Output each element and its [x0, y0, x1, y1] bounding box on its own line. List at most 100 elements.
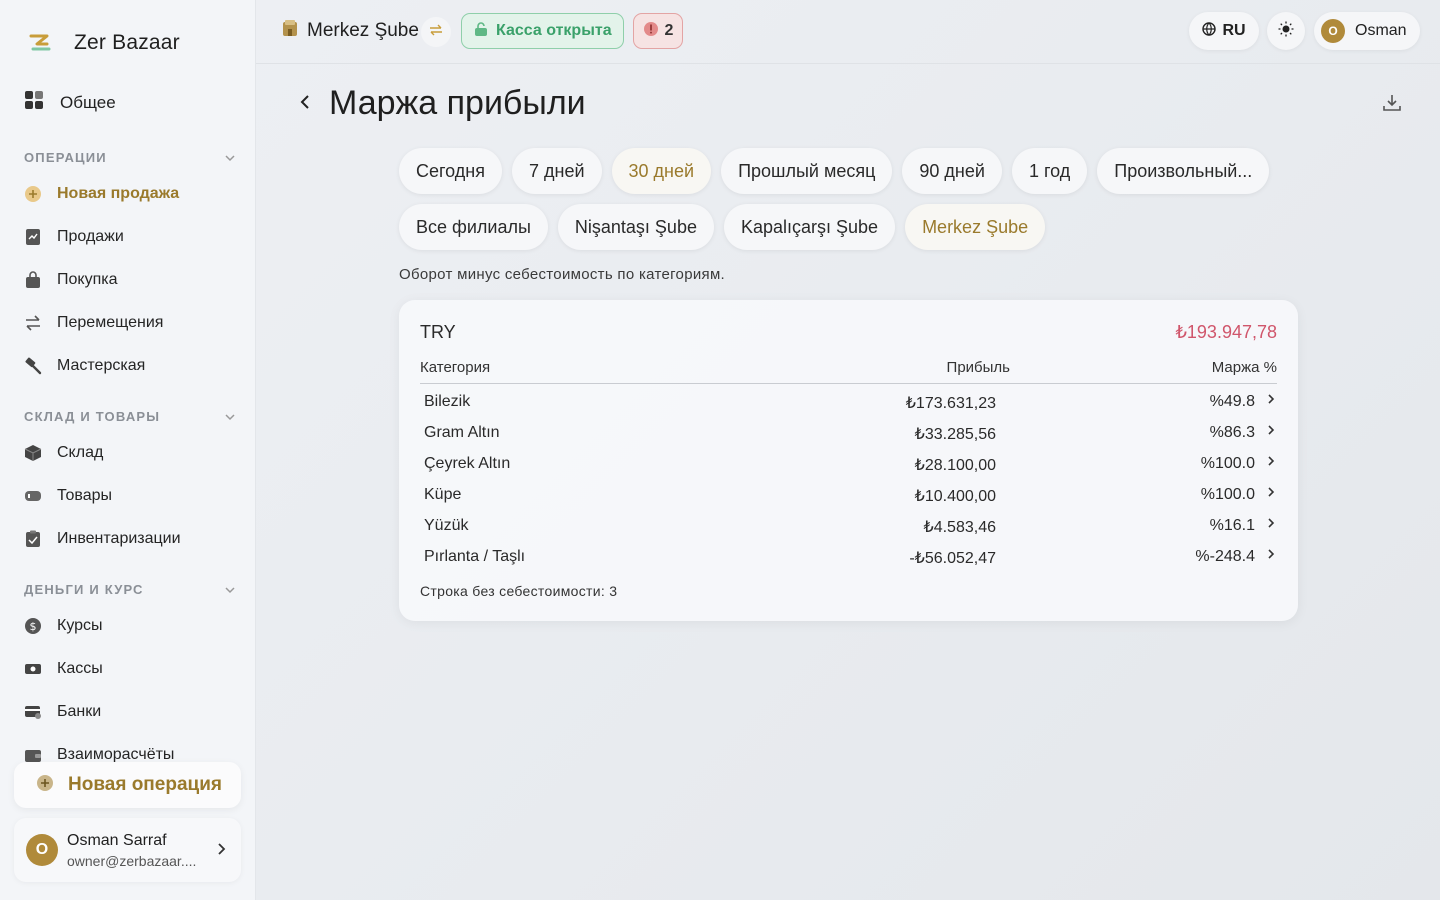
row-profit: ₺33.285,56: [914, 426, 996, 443]
currency-label: TRY: [420, 322, 456, 342]
app-name: Zer Bazaar: [74, 31, 180, 54]
column-header-category: Категория: [420, 359, 491, 376]
page-description: Оборот минус себестоимость по категориям…: [399, 266, 726, 283]
row-margin: %49.8: [1209, 393, 1255, 410]
margin-card: TRY ₺193.947,78 Категория Прибыль Маржа …: [399, 300, 1298, 621]
section-operations[interactable]: ОПЕРАЦИИ: [24, 150, 236, 165]
branch-chip-merkez[interactable]: Merkez Şube: [905, 204, 1046, 250]
chevron-down-icon: [224, 150, 236, 165]
row-category: Çeyrek Altın: [424, 455, 511, 472]
section-warehouse[interactable]: СКЛАД И ТОВАРЫ: [24, 409, 236, 424]
cash-register-status-badge[interactable]: Касса открыта: [461, 13, 624, 49]
hammer-icon: [24, 357, 42, 375]
swap-arrows-icon: [429, 23, 443, 41]
row-profit: ₺28.100,00: [914, 457, 996, 474]
section-title: ОПЕРАЦИИ: [24, 150, 107, 165]
branch-selector[interactable]: Merkez Şube: [282, 19, 419, 42]
transfer-arrows-icon: [24, 314, 42, 332]
table-row[interactable]: Çeyrek Altın ₺28.100,00 %100.0: [420, 455, 1277, 486]
user-name: Osman Sarraf: [67, 831, 167, 849]
branch-filter: Все филиалы Nişantaşı Şube Kapalıçarşı Ş…: [399, 204, 1046, 250]
branch-chip-nisantasi[interactable]: Nişantaşı Şube: [557, 204, 714, 250]
clipboard-check-icon: [24, 530, 42, 548]
brand[interactable]: Zer Bazaar: [28, 30, 180, 56]
sidebar-item-products[interactable]: Товары: [24, 487, 112, 505]
period-chip-custom[interactable]: Произвольный...: [1097, 148, 1270, 194]
total-profit: ₺193.947,78: [1175, 322, 1277, 342]
table-row[interactable]: Gram Altın ₺33.285,56 %86.3: [420, 424, 1277, 455]
sidebar-item-inventories[interactable]: Инвентаризации: [24, 530, 181, 548]
cash-icon: [24, 660, 42, 678]
branch-chip-all[interactable]: Все филиалы: [399, 204, 548, 250]
sidebar-item-label: Продажи: [57, 228, 124, 245]
sidebar-item-purchase[interactable]: Покупка: [24, 271, 118, 289]
branch-name: Merkez Şube: [307, 19, 419, 41]
row-profit: ₺173.631,23: [905, 395, 996, 412]
row-category: Küpe: [424, 486, 462, 503]
section-money-rates[interactable]: ДЕНЬГИ И КУРС: [24, 582, 236, 597]
store-icon: [282, 19, 298, 42]
svg-text:$: $: [30, 620, 37, 633]
period-chip-30-days[interactable]: 30 дней: [611, 148, 712, 194]
sidebar-item-warehouse[interactable]: Склад: [24, 444, 103, 462]
switch-branch-button[interactable]: [421, 17, 451, 47]
sidebar-item-label: Курсы: [57, 617, 103, 634]
period-chip-90-days[interactable]: 90 дней: [902, 148, 1002, 194]
chevron-right-icon: [1267, 454, 1275, 472]
period-chip-7-days[interactable]: 7 дней: [512, 148, 602, 194]
sidebar-item-workshop[interactable]: Мастерская: [24, 357, 145, 375]
sidebar-item-rates[interactable]: $ Курсы: [24, 617, 103, 635]
branch-chip-kapalicarsi[interactable]: Kapalıçarşı Şube: [723, 204, 896, 250]
row-category: Pırlanta / Taşlı: [424, 548, 526, 565]
avatar: O: [1321, 19, 1345, 43]
zer-bazaar-logo-icon: [28, 30, 52, 56]
language-switcher[interactable]: RU: [1189, 12, 1259, 50]
column-header-profit: Прибыль: [946, 359, 1010, 376]
row-margin: %100.0: [1200, 455, 1255, 472]
row-category: Bilezik: [424, 393, 471, 410]
period-chip-1-year[interactable]: 1 год: [1011, 148, 1088, 194]
chevron-right-icon: [1267, 485, 1275, 503]
sidebar-item-label: Банки: [57, 703, 102, 720]
sidebar-item-label: Новая продажа: [57, 185, 180, 202]
cash-status-label: Касса открыта: [496, 22, 612, 39]
period-chip-today[interactable]: Сегодня: [399, 148, 502, 194]
sidebar-item-new-sale[interactable]: Новая продажа: [24, 185, 179, 203]
sidebar-item-banks[interactable]: Банки: [24, 703, 101, 721]
alerts-badge[interactable]: 2: [633, 13, 683, 49]
new-operation-button[interactable]: Новая операция: [14, 762, 241, 808]
column-header-margin: Маржа %: [1211, 359, 1277, 376]
download-button[interactable]: [1378, 91, 1406, 119]
sidebar-item-label: Товары: [57, 487, 113, 504]
row-profit: -₺56.052,47: [909, 550, 996, 567]
sidebar-item-cash-registers[interactable]: Кассы: [24, 660, 103, 678]
row-profit: ₺10.400,00: [914, 488, 996, 505]
user-profile-card[interactable]: O Osman Sarraf owner@zerbazaar....: [14, 818, 241, 882]
row-margin: %16.1: [1209, 517, 1255, 534]
user-menu-button[interactable]: O Osman: [1314, 12, 1420, 50]
chevron-down-icon: [224, 582, 236, 597]
chevron-down-icon: [224, 409, 236, 424]
table-row[interactable]: Bilezik ₺173.631,23 %49.8: [420, 393, 1277, 424]
period-filter: Сегодня 7 дней 30 дней Прошлый месяц 90 …: [399, 148, 1270, 194]
lock-open-icon: [473, 21, 489, 42]
sidebar-item-label: Перемещения: [57, 314, 164, 331]
theme-toggle-button[interactable]: [1267, 12, 1305, 50]
table-row[interactable]: Küpe ₺10.400,00 %100.0: [420, 486, 1277, 517]
sidebar-item-sales[interactable]: Продажи: [24, 228, 124, 246]
table-row[interactable]: Pırlanta / Taşlı -₺56.052,47 %-248.4: [420, 548, 1277, 579]
dashboard-grid-icon: [24, 90, 44, 115]
sidebar-item-transfers[interactable]: Перемещения: [24, 314, 163, 332]
missing-cost-note: Строка без себестоимости: 3: [420, 583, 618, 599]
period-chip-last-month[interactable]: Прошлый месяц: [721, 148, 893, 194]
section-title: ДЕНЬГИ И КУРС: [24, 582, 144, 597]
back-button[interactable]: [293, 90, 317, 118]
row-profit: ₺4.583,46: [923, 519, 996, 536]
row-margin: %100.0: [1200, 486, 1255, 503]
table-row[interactable]: Yüzük ₺4.583,46 %16.1: [420, 517, 1277, 548]
sidebar-item-overview[interactable]: Общее: [24, 90, 116, 115]
page-title: Маржа прибыли: [329, 84, 586, 122]
table-header: Категория Прибыль Маржа %: [420, 359, 1277, 384]
tag-icon: [24, 487, 42, 505]
section-title: СКЛАД И ТОВАРЫ: [24, 409, 161, 424]
